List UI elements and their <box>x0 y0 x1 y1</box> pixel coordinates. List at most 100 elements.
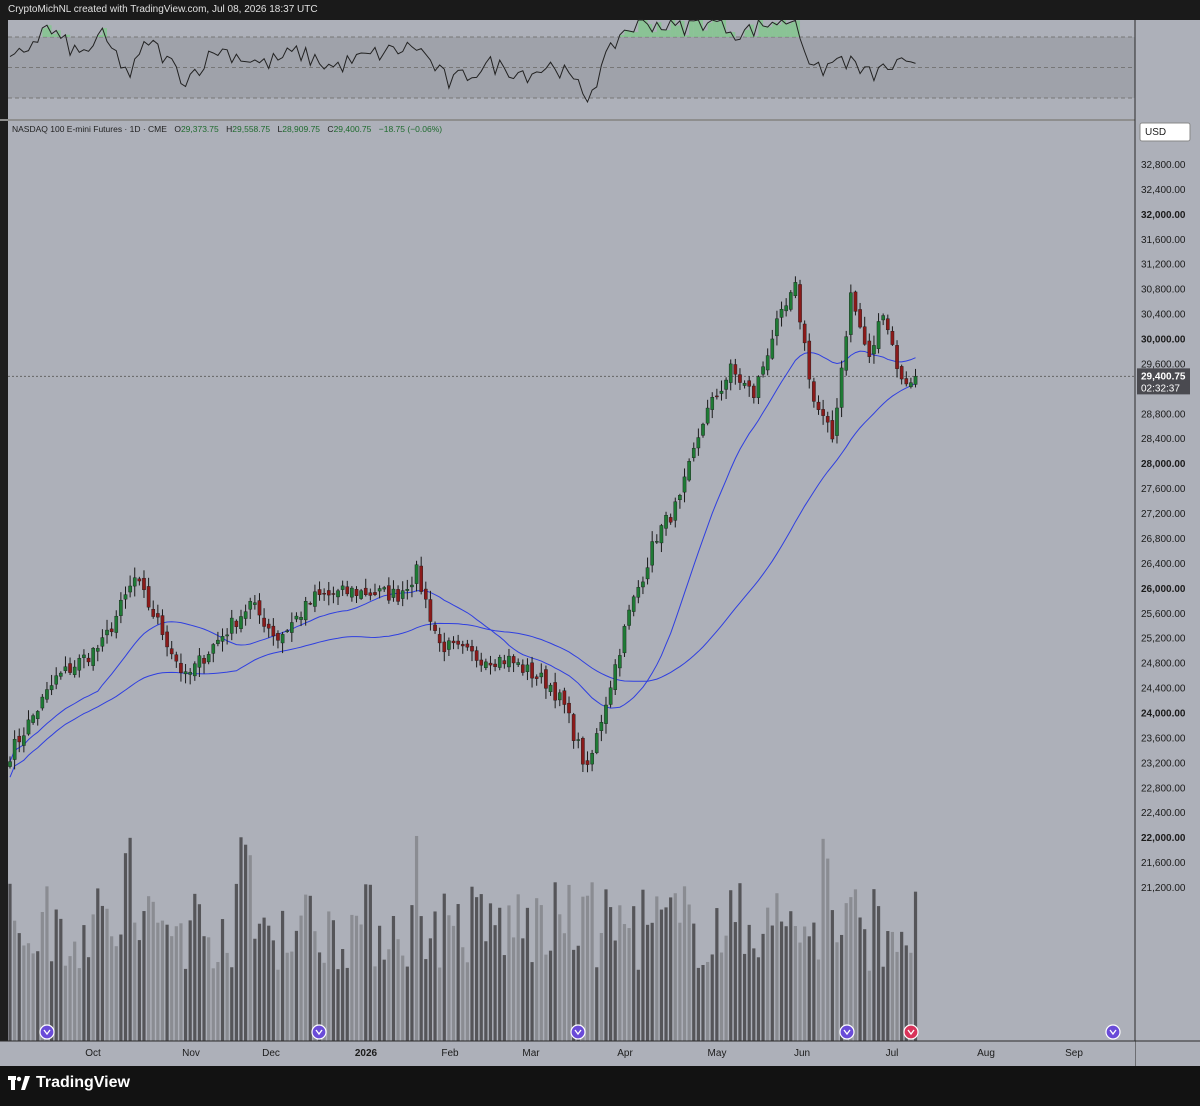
candle-body <box>812 381 816 402</box>
candle-body <box>516 662 520 665</box>
candle-body <box>664 515 668 529</box>
volume-bar <box>793 926 797 1041</box>
candle-body <box>562 690 567 705</box>
candle-body <box>239 616 243 629</box>
volume-bar <box>359 924 363 1041</box>
volume-bar <box>724 935 728 1041</box>
event-marker-icon[interactable] <box>39 1024 55 1040</box>
volume-bar <box>729 890 733 1041</box>
volume-bar <box>525 907 530 1041</box>
candle-body <box>581 737 585 765</box>
volume-bar <box>719 952 724 1041</box>
candle-body <box>82 654 86 658</box>
volume-bar <box>188 920 192 1041</box>
candle-body <box>548 684 553 693</box>
candle-body <box>243 611 248 619</box>
volume-bar <box>151 901 155 1041</box>
candle-body <box>211 644 216 654</box>
candle-body <box>165 631 169 648</box>
candle-body <box>303 601 308 621</box>
candle-body <box>354 589 359 596</box>
volume-bar <box>327 911 331 1041</box>
candle-body <box>872 345 876 355</box>
candle-body <box>128 585 132 593</box>
candle-body <box>262 617 266 627</box>
candle-body <box>137 578 142 582</box>
price-tick-label: 24,800.00 <box>1141 659 1186 670</box>
volume-bar <box>581 896 585 1041</box>
candle-body <box>715 395 719 398</box>
volume-bar <box>641 889 645 1041</box>
volume-bar <box>73 941 77 1041</box>
volume-bar <box>253 938 257 1041</box>
event-marker-icon[interactable] <box>839 1024 855 1040</box>
candle-body <box>687 461 691 481</box>
rsi-overbought-segment <box>661 29 667 37</box>
volume-bar <box>391 915 396 1041</box>
rsi-overbought-segment <box>716 21 722 37</box>
candle-body <box>544 669 548 689</box>
volume-bar <box>687 904 691 1041</box>
volume-bar <box>567 884 571 1041</box>
volume-bar <box>766 907 770 1041</box>
candle-body <box>326 590 331 596</box>
candle-body <box>719 390 724 394</box>
candle-body <box>248 601 253 610</box>
candle-body <box>123 594 128 600</box>
candle-body <box>904 378 909 385</box>
candle-body <box>373 592 377 595</box>
last-price-badge: 29,400.75 02:32:37 <box>1137 368 1190 395</box>
candle-body <box>627 609 631 626</box>
rsi-overbought-segment <box>689 20 694 37</box>
candle <box>849 284 853 343</box>
event-marker-icon[interactable] <box>903 1024 919 1040</box>
volume-bar <box>530 962 534 1041</box>
volume-bar <box>622 924 627 1041</box>
price-tick-label: 22,800.00 <box>1141 783 1186 794</box>
volume-bar <box>590 882 594 1041</box>
chart[interactable]: 20.0040.0060.0080.00 NASDAQ 100 E-mini F… <box>0 0 1200 1066</box>
candle-body <box>363 587 368 596</box>
candle-body <box>788 292 793 310</box>
volume-bar <box>368 884 372 1041</box>
volume-bar <box>553 882 557 1041</box>
candle <box>798 279 802 330</box>
candle-body <box>63 666 68 671</box>
volume-bar <box>798 942 802 1041</box>
candle-body <box>216 639 220 644</box>
rsi-overbought-segment <box>666 30 671 37</box>
candle-body <box>410 584 414 588</box>
candle-body <box>225 634 229 637</box>
volume-bar <box>521 938 525 1041</box>
volume-bar <box>77 968 81 1041</box>
candle-body <box>645 567 650 580</box>
candle-body <box>668 517 673 523</box>
volume-bar <box>405 966 409 1041</box>
event-marker-icon[interactable] <box>570 1024 586 1040</box>
currency-badge[interactable]: USD <box>1139 122 1191 142</box>
candle-body <box>257 600 262 616</box>
volume-bar <box>345 967 349 1041</box>
volume-bar <box>165 924 169 1041</box>
tradingview-logo[interactable]: TradingView <box>8 1074 130 1092</box>
price-tick-label: 28,800.00 <box>1141 409 1186 420</box>
candle-body <box>433 624 437 631</box>
candle-body <box>331 593 336 595</box>
volume-bar <box>410 905 414 1041</box>
volume-bar <box>354 915 359 1041</box>
event-marker-icon[interactable] <box>1105 1024 1121 1040</box>
volume-bar <box>40 912 44 1041</box>
volume-bar <box>419 916 423 1041</box>
candle-body <box>447 640 451 650</box>
volume-bar <box>262 917 266 1041</box>
volume-bar <box>516 894 520 1041</box>
candle-body <box>867 340 872 357</box>
candle-body <box>807 340 812 380</box>
candle-body <box>414 564 419 584</box>
candle-body <box>474 650 479 661</box>
volume-bar <box>535 898 539 1041</box>
volume-bar <box>678 922 682 1041</box>
price-tick-label: 26,400.00 <box>1141 559 1186 570</box>
event-marker-icon[interactable] <box>311 1024 327 1040</box>
volume-bar <box>627 928 631 1041</box>
